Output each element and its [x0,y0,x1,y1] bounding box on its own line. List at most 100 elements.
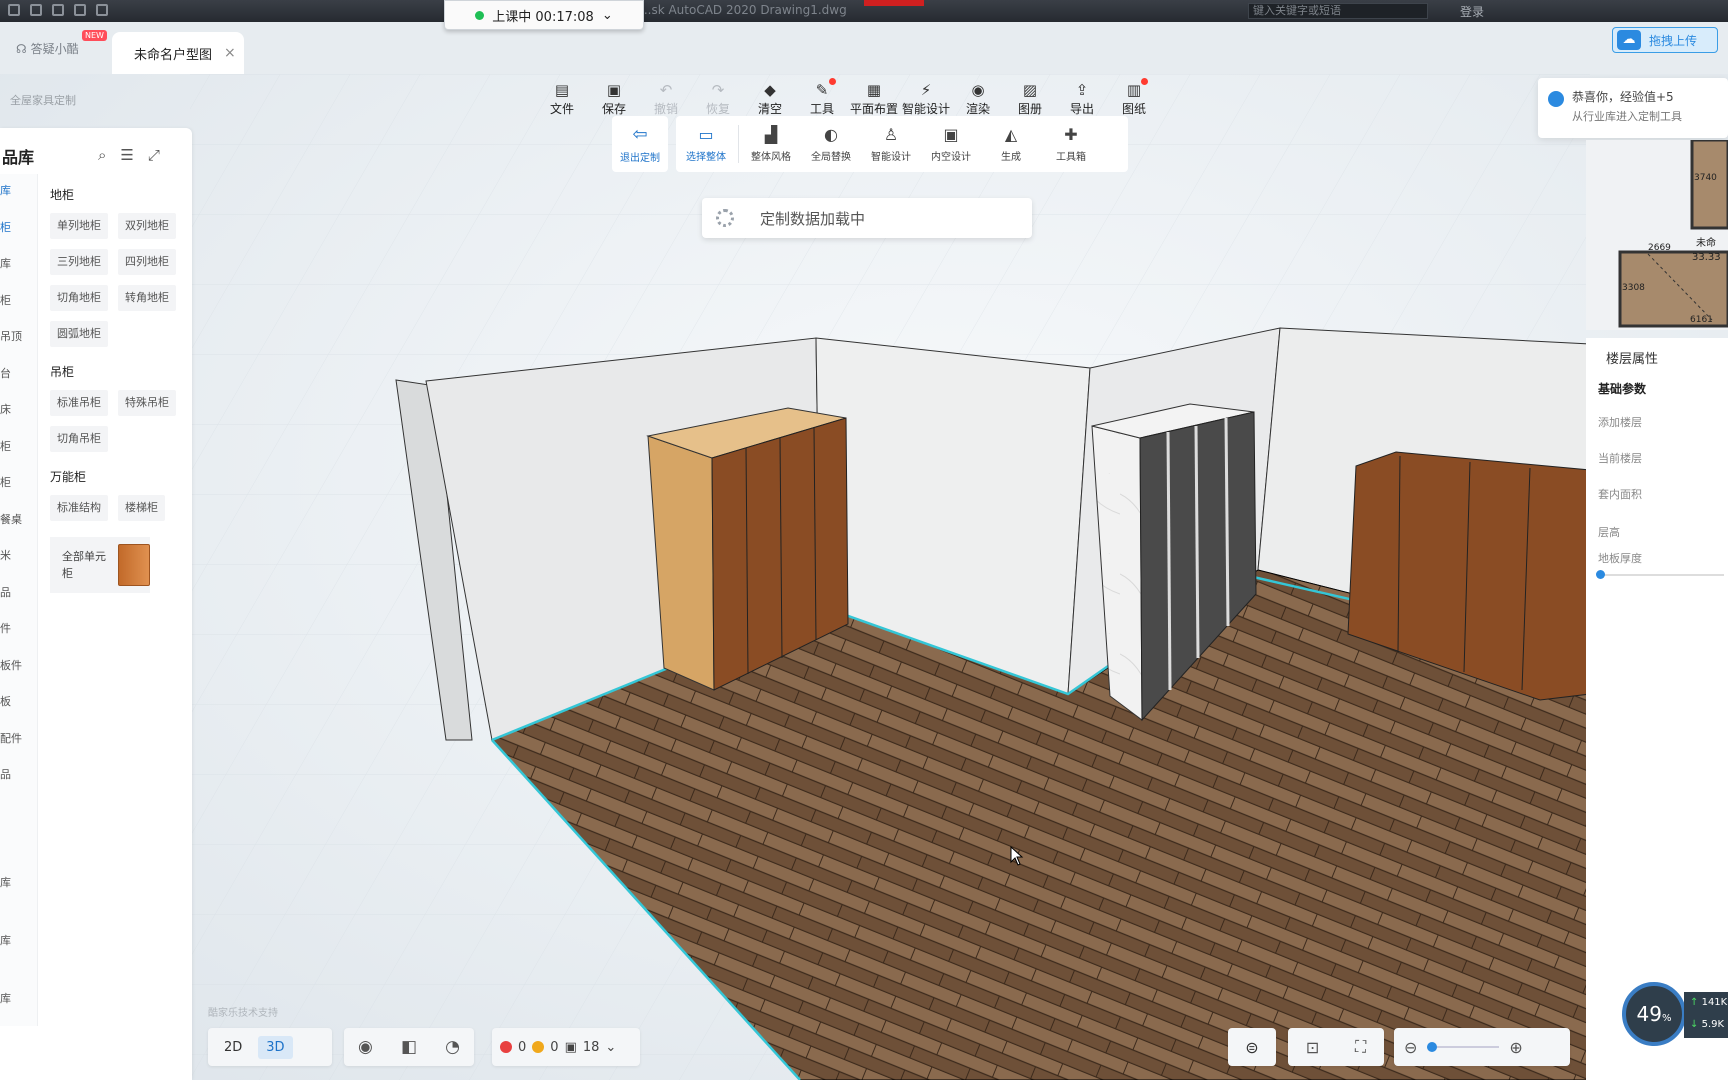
rail-item[interactable]: 板件 [0,657,38,673]
rail-item[interactable]: 库 [0,182,38,198]
rail-item[interactable]: 台 [0,365,38,381]
login-link[interactable]: 登录 [1460,3,1484,20]
toolbar-button-1[interactable]: ▣ 保存 [588,74,640,120]
toolbar-button-8[interactable]: ◉ 渲染 [952,74,1004,120]
new-badge: NEW [82,30,107,41]
category-chip[interactable]: 标准结构 [50,495,108,521]
category-chip[interactable]: 切角地柜 [50,285,108,311]
search-icon[interactable]: ⌕ [98,146,106,164]
custom-tool-label: 生成 [1001,151,1021,163]
fit-view-icon[interactable]: ⛶ [1355,1037,1366,1057]
category-chip[interactable]: 特殊吊柜 [118,390,176,416]
category-chip[interactable]: 四列地柜 [118,249,176,275]
custom-tool-2[interactable]: ◐ 全局替换 [801,125,861,163]
zoom-in-icon[interactable]: ⊕ [1509,1038,1522,1057]
toolbar-button-6[interactable]: ▦ 平面布置 [848,74,900,120]
rail-bottom-item[interactable]: 库 [0,990,38,1006]
camera-view-icon[interactable]: ⊡ [1306,1038,1319,1057]
quick-access-icon[interactable] [30,4,42,16]
rail-item[interactable]: 品 [0,584,38,600]
tab-floorplan[interactable]: 未命名户型图 × [112,32,244,74]
category-chip[interactable]: 标准吊柜 [50,390,108,416]
toolbar-button-2[interactable]: ↶ 撤销 [640,74,692,120]
custom-tool-5[interactable]: ◭ 生成 [981,125,1041,163]
category-chip[interactable]: 双列地柜 [118,213,176,239]
rail-item[interactable]: 件 [0,620,38,636]
exit-custom-button[interactable]: ⇦ 退出定制 [612,116,668,172]
rail-item[interactable]: 柜 [0,438,38,454]
breadcrumb[interactable]: 全屋家具定制 [10,92,76,108]
check-status[interactable]: 0 0 ▣ 18 ⌄ [492,1028,640,1066]
error-count: 0 [518,1039,527,1055]
zoom-slider[interactable] [1427,1042,1500,1052]
close-icon[interactable]: × [224,45,236,61]
gauge-icon[interactable]: ◔ [445,1037,460,1057]
toolbar-label: 文件 [549,102,574,116]
quick-access-icon[interactable] [96,4,108,16]
toolbar-button-9[interactable]: ▨ 图册 [1004,74,1056,120]
toolbar-button-7[interactable]: ⚡ 智能设计 [900,74,952,120]
floorplan-minimap[interactable]: 3740 2669 3308 6161 未命 33.33 [1586,138,1728,330]
category-chip[interactable]: 楼梯柜 [118,495,165,521]
custom-tool-3[interactable]: ♙ 智能设计 [861,124,921,163]
cloud-upload-button[interactable]: ☁ 拖拽上传 [1612,27,1718,53]
category-chip[interactable]: 转角地柜 [118,285,176,311]
toolbar-button-4[interactable]: ◆ 清空 [744,74,796,120]
toolbar-label: 渲染 [965,102,990,116]
rail-item[interactable]: 配件 [0,730,38,746]
category-chip[interactable]: 单列地柜 [50,213,108,239]
category-heading: 万能柜 [50,470,87,484]
search-input[interactable]: 键入关键字或短语 [1248,3,1428,19]
eye-icon[interactable]: ◉ [358,1037,373,1057]
quick-access-icon[interactable] [52,4,64,16]
performance-meter[interactable]: 49% [1622,982,1686,1046]
category-chip[interactable]: 切角吊柜 [50,426,108,452]
category-chip[interactable]: 圆弧地柜 [50,321,108,347]
rail-bottom-item[interactable]: 库 [0,932,38,948]
zoom-out-icon[interactable]: ⊖ [1404,1038,1417,1057]
cube-icon[interactable]: ◧ [401,1037,417,1057]
rail-bottom-item[interactable]: 库 [0,874,38,890]
custom-tool-6[interactable]: ✚ 工具箱 [1041,125,1101,163]
floor-thickness-knob[interactable] [1596,570,1605,579]
category-chip[interactable]: 三列地柜 [50,249,108,275]
toolbar-button-11[interactable]: ▥ 图纸 [1108,74,1160,120]
toolbar-button-3[interactable]: ↷ 恢复 [692,74,744,120]
toolbar-button-5[interactable]: ✎ 工具 [796,74,848,120]
list-icon[interactable]: ☰ [120,146,133,164]
rail-item[interactable]: 柜 [0,292,38,308]
all-units-card[interactable]: 全部单元柜 [50,537,150,593]
expand-icon[interactable]: ⤢ [148,146,160,164]
rail-item[interactable]: 板 [0,693,38,709]
rail-item[interactable]: 柜 [0,474,38,490]
view-2d-button[interactable]: 2D [216,1036,250,1059]
toolbar-button-0[interactable]: ▤ 文件 [536,74,588,120]
zoom-knob[interactable] [1427,1042,1438,1052]
smart-design-icon: ♙ [883,124,899,144]
download-speed: 5.9 [1701,1019,1718,1030]
exit-icon: ⇦ [632,124,648,145]
tab-help[interactable]: ☊ 答疑小酷 [16,40,79,57]
class-timer-label: 上课中 00:17:08 [492,9,594,25]
class-timer[interactable]: 上课中 00:17:08 ⌄ [444,0,644,30]
view-3d-button[interactable]: 3D [258,1035,293,1059]
layout-icon: ▦ [866,81,882,99]
floor-height-label: 层高 [1598,526,1620,539]
rail-item[interactable]: 米 [0,547,38,563]
custom-tool-1[interactable]: ▟ 整体风格 [741,125,801,163]
rail-item[interactable]: 柜 [0,219,38,235]
rail-item[interactable]: 库 [0,255,38,271]
toolbar-button-10[interactable]: ⇪ 导出 [1056,74,1108,120]
toggle-panel-button[interactable]: ⊜ [1228,1028,1276,1066]
quick-access-icon[interactable] [8,4,20,16]
notification-toast[interactable]: 恭喜你，经验值+5 从行业库进入定制工具 [1538,78,1728,138]
floor-thickness-slider[interactable] [1598,574,1724,576]
quick-access-icon[interactable] [74,4,86,16]
custom-tool-0[interactable]: ▭ 选择整体 [676,125,736,163]
cloud-upload-label: 拖拽上传 [1649,33,1698,48]
rail-item[interactable]: 吊顶 [0,328,38,344]
rail-item[interactable]: 床 [0,401,38,417]
rail-item[interactable]: 餐桌 [0,511,38,527]
rail-item[interactable]: 品 [0,766,38,782]
custom-tool-4[interactable]: ▣ 内空设计 [921,125,981,163]
